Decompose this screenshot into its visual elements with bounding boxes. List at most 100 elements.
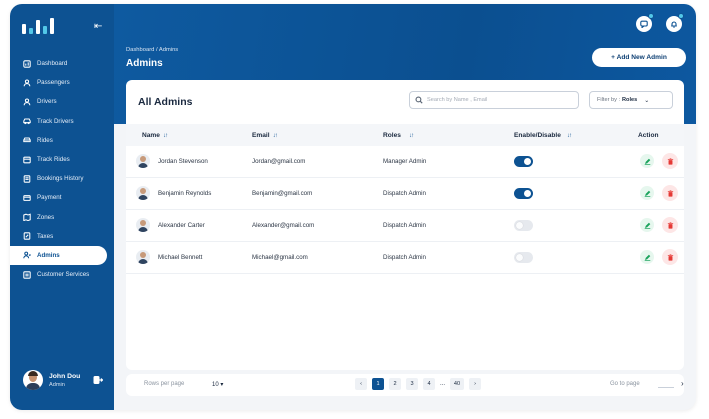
- column-header-email[interactable]: Email ↓↑: [252, 132, 278, 139]
- delete-button[interactable]: [662, 217, 678, 233]
- table-title: All Admins: [138, 96, 193, 108]
- history-icon: [23, 174, 31, 183]
- sidebar-item-drivers[interactable]: Drivers: [10, 92, 114, 111]
- messages-button[interactable]: [636, 13, 654, 32]
- sidebar-item-admins[interactable]: Admins: [10, 245, 107, 266]
- header-actions: [636, 13, 684, 32]
- sidebar-item-customer-services[interactable]: Customer Services: [10, 265, 114, 284]
- add-new-admin-button[interactable]: + Add New Admin: [592, 48, 686, 67]
- sort-icon[interactable]: ↓↑: [163, 133, 168, 139]
- sort-icon[interactable]: ↓↑: [273, 133, 278, 139]
- column-header-enable[interactable]: Enable/Disable ↓↑: [514, 132, 572, 139]
- admin-role: Manager Admin: [383, 158, 427, 165]
- admin-role: Dispatch Admin: [383, 254, 426, 261]
- search-input[interactable]: [427, 97, 567, 103]
- notifications-button[interactable]: [666, 13, 684, 32]
- filter-value: Roles: [622, 97, 638, 103]
- admin-email: Alexander@gmail.com: [252, 222, 315, 229]
- avatar: [136, 250, 150, 264]
- delete-button[interactable]: [662, 185, 678, 201]
- page-button-4[interactable]: 4: [423, 378, 435, 390]
- bell-icon: [671, 21, 677, 28]
- sidebar-item-label: Track Drivers: [37, 117, 74, 125]
- delete-button[interactable]: [662, 153, 678, 169]
- search-box[interactable]: [409, 91, 579, 109]
- admin-name: Benjamin Reynolds: [158, 190, 212, 197]
- passenger-icon: [23, 79, 31, 87]
- sidebar-item-track-rides[interactable]: Track Rides: [10, 150, 114, 169]
- admin-name: Michael Bennett: [158, 254, 203, 261]
- sidebar-item-label: Dashboard: [37, 60, 68, 68]
- admin-name: Jordan Stevenson: [158, 158, 208, 165]
- delete-button[interactable]: [662, 249, 678, 265]
- sort-icon[interactable]: ↓↑: [409, 133, 414, 139]
- admin-role: Dispatch Admin: [383, 222, 426, 229]
- sidebar-item-track-drivers[interactable]: Track Drivers: [10, 112, 114, 131]
- table-row: Jordan Stevenson Jordan@gmail.com Manager …: [126, 146, 684, 178]
- sort-icon[interactable]: ↓↑: [567, 133, 572, 139]
- breadcrumb: Dashboard / Admins: [126, 47, 179, 53]
- user-profile[interactable]: John Dou Admin: [23, 370, 103, 390]
- notification-badge: [678, 13, 684, 19]
- enable-toggle[interactable]: [514, 252, 533, 263]
- sidebar-nav: Dashboard Passengers Drivers Track Drive…: [10, 54, 114, 284]
- enable-toggle[interactable]: [514, 220, 533, 231]
- column-header-roles[interactable]: Roles ↓↑: [383, 132, 414, 139]
- sidebar-item-payment[interactable]: Payment: [10, 188, 114, 207]
- taxes-icon: [23, 232, 31, 241]
- filter-label: Filter by :: [597, 97, 621, 103]
- page-button-1[interactable]: 1: [372, 378, 384, 390]
- enable-toggle[interactable]: [514, 156, 533, 167]
- sidebar-item-label: Passengers: [37, 79, 70, 87]
- sidebar-item-bookings-history[interactable]: Bookings History: [10, 169, 114, 188]
- pagination: ‹ 1 2 3 4 ... 40 ›: [355, 378, 482, 390]
- page-button-2[interactable]: 2: [389, 378, 401, 390]
- column-header-name[interactable]: Name ↓↑: [142, 132, 168, 139]
- avatar: [136, 218, 150, 232]
- pagination-bar: Rows per page 10 ▾ ‹ 1 2 3 4 ... 40 › Go…: [126, 374, 684, 396]
- enable-toggle[interactable]: [514, 188, 533, 199]
- prev-page-button[interactable]: ‹: [355, 378, 367, 390]
- sidebar-item-label: Rides: [37, 136, 53, 144]
- admin-role: Dispatch Admin: [383, 190, 426, 197]
- search-icon: [415, 96, 423, 104]
- app-frame: ⇤ Dashboard Passengers Drivers Track Dri…: [10, 4, 696, 410]
- edit-button[interactable]: [640, 250, 654, 264]
- admin-email: Benjamin@gmail.com: [252, 190, 313, 197]
- sidebar-item-rides[interactable]: Rides: [10, 131, 114, 150]
- sidebar-item-dashboard[interactable]: Dashboard: [10, 54, 114, 73]
- sidebar-item-zones[interactable]: Zones: [10, 208, 114, 227]
- page-title: Admins: [126, 58, 163, 69]
- rows-per-page-select[interactable]: 10 ▾: [212, 381, 223, 388]
- collapse-sidebar-icon[interactable]: ⇤: [94, 21, 102, 32]
- sidebar-item-passengers[interactable]: Passengers: [10, 73, 114, 92]
- trash-icon: [667, 157, 673, 165]
- ride-icon: [23, 137, 31, 143]
- sidebar-item-taxes[interactable]: Taxes: [10, 227, 114, 246]
- admin-name: Alexander Carter: [158, 222, 205, 229]
- admin-email: Michael@gmail.com: [252, 254, 308, 261]
- edit-button[interactable]: [640, 218, 654, 232]
- notification-badge: [648, 13, 654, 19]
- column-header-action: Action: [638, 132, 659, 139]
- table-row: Benjamin Reynolds Benjamin@gmail.com Dispa…: [126, 178, 684, 210]
- customer-service-icon: [23, 270, 31, 279]
- page-button-3[interactable]: 3: [406, 378, 418, 390]
- pencil-icon: [644, 158, 650, 165]
- filter-dropdown[interactable]: Filter by : Roles ⌄: [589, 91, 673, 109]
- goto-page-arrow-icon[interactable]: ›: [681, 379, 684, 388]
- sidebar: ⇤ Dashboard Passengers Drivers Track Dri…: [10, 4, 114, 410]
- sidebar-item-label: Track Rides: [37, 156, 70, 164]
- edit-button[interactable]: [640, 154, 654, 168]
- next-page-button[interactable]: ›: [469, 378, 482, 390]
- avatar: [136, 186, 150, 200]
- goto-page-input[interactable]: [658, 387, 674, 388]
- edit-button[interactable]: [640, 186, 654, 200]
- logout-icon[interactable]: [93, 375, 103, 385]
- avatar: [23, 370, 43, 390]
- route-icon: [23, 156, 31, 163]
- pagination-ellipsis: ...: [440, 381, 446, 387]
- page-button-last[interactable]: 40: [450, 378, 465, 390]
- pencil-icon: [644, 190, 650, 197]
- chevron-down-icon: ▾: [220, 382, 224, 388]
